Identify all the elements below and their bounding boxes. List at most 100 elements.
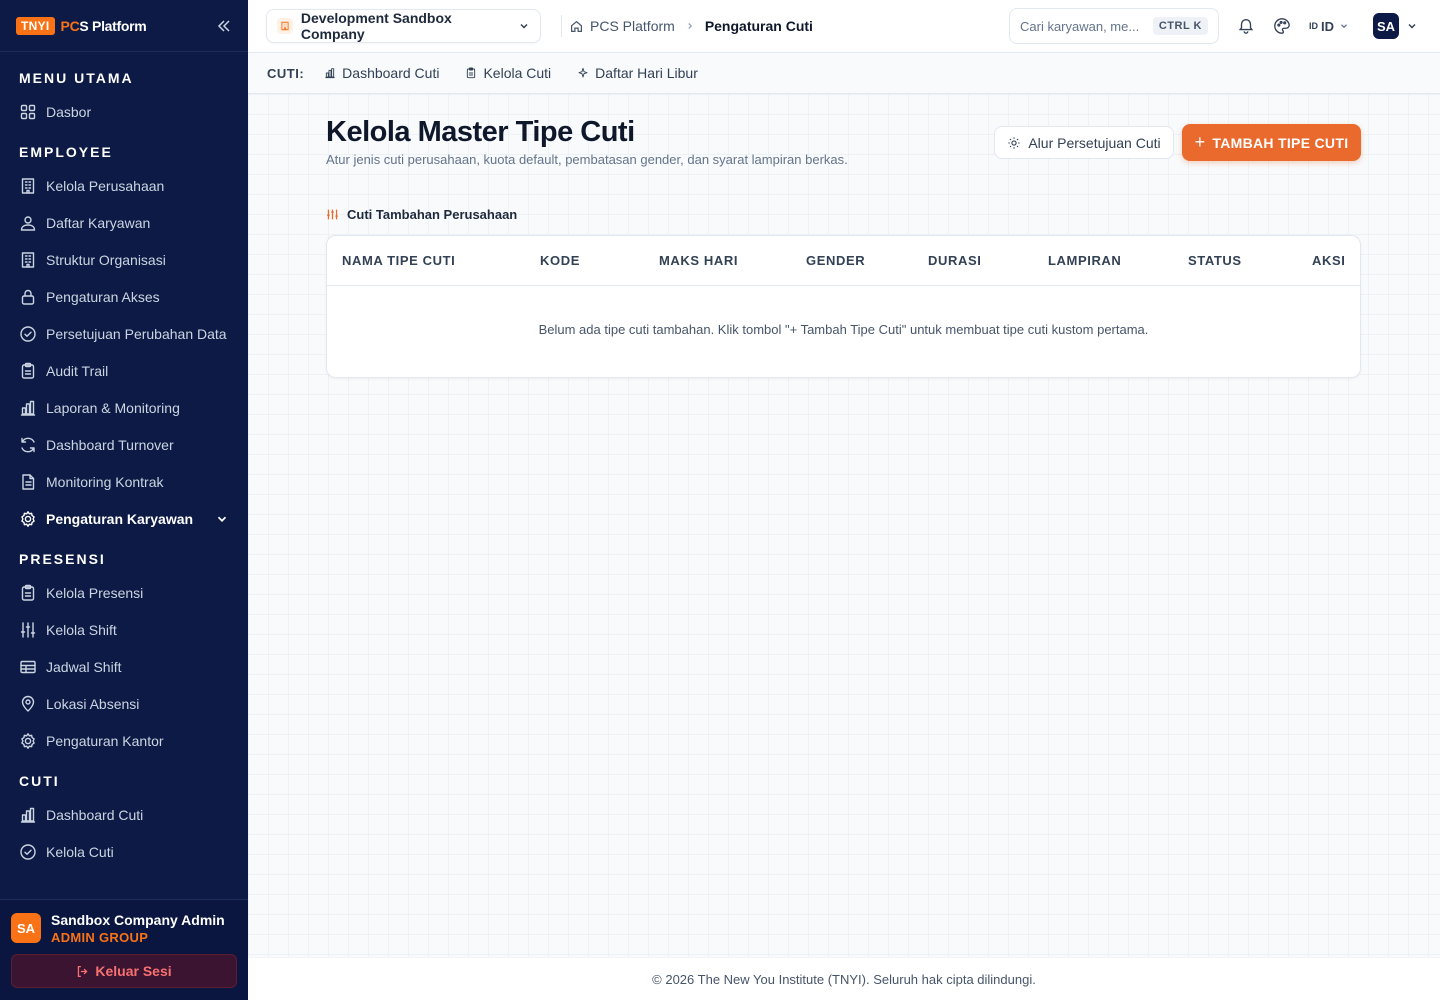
sidebar-item-kelola-presensi[interactable]: Kelola Presensi	[0, 574, 248, 611]
table-column-header[interactable]: KODE	[540, 236, 580, 286]
brand-name: PCS Platform	[61, 18, 147, 34]
leave-type-table: NAMA TIPE CUTI KODE MAKS HARI GENDER DURASI L…	[326, 235, 1361, 378]
subnav-item-label: Daftar Hari Libur	[595, 65, 698, 81]
table-column-header[interactable]: GENDER	[806, 236, 865, 286]
table-column-header[interactable]: STATUS	[1188, 236, 1242, 286]
sidebar-item-pengaturan-karyawan[interactable]: Pengaturan Karyawan	[0, 500, 248, 537]
breadcrumb: PCS Platform Pengaturan Cuti	[570, 18, 813, 34]
clipboard-icon	[19, 362, 37, 380]
sidebar-item-label: Monitoring Kontrak	[46, 473, 164, 490]
bell-icon[interactable]	[1237, 17, 1255, 35]
sidebar-item-dashboard-turnover[interactable]: Dashboard Turnover	[0, 426, 248, 463]
table-column-header[interactable]: MAKS HARI	[659, 236, 738, 286]
sidebar-item-dasbor[interactable]: Dasbor	[0, 93, 248, 130]
palette-icon[interactable]	[1273, 17, 1291, 35]
chevron-down-icon	[1339, 21, 1349, 31]
top-header: Development Sandbox Company PCS Platform…	[248, 0, 1440, 53]
refresh-icon	[19, 436, 37, 454]
company-name: Development Sandbox Company	[300, 10, 452, 42]
sidebar-section-title: MENU UTAMA	[19, 70, 134, 86]
sidebar-item-laporan-monitoring[interactable]: Laporan & Monitoring	[0, 389, 248, 426]
approval-flow-button[interactable]: Alur Persetujuan Cuti	[994, 126, 1174, 159]
sidebar-item-lokasi-absensi[interactable]: Lokasi Absensi	[0, 685, 248, 722]
sidebar-section-title: CUTI	[19, 773, 60, 789]
logout-button[interactable]: Keluar Sesi	[11, 954, 237, 988]
bar-chart-icon	[324, 67, 342, 79]
sidebar-item-pengaturan-kantor[interactable]: Pengaturan Kantor	[0, 722, 248, 759]
user-profile[interactable]: SA Sandbox Company Admin ADMIN GROUP	[11, 910, 237, 946]
bar-chart-icon	[19, 806, 37, 824]
sidebar-item-label: Kelola Presensi	[46, 584, 144, 601]
sidebar-footer: SA Sandbox Company Admin ADMIN GROUP Kel…	[0, 899, 248, 1000]
breadcrumb-home-label: PCS Platform	[590, 18, 675, 34]
subnav-item-dashboard-cuti[interactable]: Dashboard Cuti	[324, 65, 439, 81]
sparkle-icon	[577, 67, 595, 79]
brand-name-suffix: S Platform	[79, 17, 147, 34]
sidebar-item-label: Dasbor	[46, 103, 92, 120]
table-column-header[interactable]: NAMA TIPE CUTI	[342, 236, 455, 286]
sidebar-item-label: Lokasi Absensi	[46, 695, 140, 712]
breadcrumb-current: Pengaturan Cuti	[704, 18, 813, 34]
language-flag: ID	[1309, 21, 1318, 31]
table-icon	[19, 658, 37, 676]
brand-name-prefix: PC	[60, 17, 80, 34]
clipboard-icon	[465, 67, 483, 79]
sliders-icon	[19, 621, 37, 639]
gear-icon	[1007, 136, 1028, 150]
section-label: Cuti Tambahan Perusahaan	[326, 207, 517, 222]
subnav-item-label: Dashboard Cuti	[342, 65, 440, 81]
check-circle-icon	[19, 843, 37, 861]
header-divider	[561, 15, 562, 37]
lock-icon	[19, 288, 37, 306]
subnav-item-kelola-cuti[interactable]: Kelola Cuti	[465, 65, 551, 81]
subnav: CUTI: Dashboard Cuti Kelola Cuti Daftar Ha…	[248, 53, 1440, 94]
sidebar-item-daftar-karyawan[interactable]: Daftar Karyawan	[0, 204, 248, 241]
approval-flow-label: Alur Persetujuan Cuti	[1028, 134, 1161, 151]
sidebar-item-label: Pengaturan Karyawan	[46, 510, 194, 527]
sidebar-item-audit-trail[interactable]: Audit Trail	[0, 352, 248, 389]
sidebar-section-title: PRESENSI	[19, 551, 106, 567]
sidebar-item-label: Kelola Cuti	[46, 843, 114, 860]
sidebar-item-monitoring-kontrak[interactable]: Monitoring Kontrak	[0, 463, 248, 500]
table-column-header[interactable]: LAMPIRAN	[1048, 236, 1121, 286]
section-label-text: Cuti Tambahan Perusahaan	[347, 207, 518, 222]
table-column-header[interactable]: AKSI	[1312, 236, 1345, 286]
sidebar-item-kelola-cuti[interactable]: Kelola Cuti	[0, 833, 248, 870]
search-placeholder: Cari karyawan, me...	[1020, 18, 1140, 34]
sidebar-item-jadwal-shift[interactable]: Jadwal Shift	[0, 648, 248, 685]
user-menu[interactable]: SA	[1373, 13, 1418, 39]
sidebar-section-title: EMPLOYEE	[19, 144, 113, 160]
page-footer: © 2026 The New You Institute (TNYI). Sel…	[248, 957, 1440, 1000]
table-header: NAMA TIPE CUTI KODE MAKS HARI GENDER DURASI L…	[327, 236, 1360, 286]
add-leave-type-button[interactable]: + TAMBAH TIPE CUTI	[1182, 124, 1361, 161]
table-column-header[interactable]: DURASI	[928, 236, 981, 286]
subnav-item-label: Kelola Cuti	[483, 65, 552, 81]
search-shortcut: CTRL K	[1152, 17, 1208, 35]
global-search[interactable]: Cari karyawan, me... CTRL K	[1009, 8, 1219, 44]
sidebar-item-dashboard-cuti[interactable]: Dashboard Cuti	[0, 796, 248, 833]
sidebar-item-kelola-shift[interactable]: Kelola Shift	[0, 611, 248, 648]
gear-icon	[19, 732, 37, 750]
company-selector[interactable]: Development Sandbox Company	[266, 9, 541, 43]
add-leave-type-label: TAMBAH TIPE CUTI	[1212, 134, 1349, 151]
subnav-item-daftar-hari-libur[interactable]: Daftar Hari Libur	[577, 65, 698, 81]
users-icon	[19, 214, 37, 232]
logout-icon	[76, 965, 95, 978]
sidebar-item-label: Audit Trail	[46, 362, 109, 379]
page-subtitle: Atur jenis cuti perusahaan, kuota defaul…	[326, 152, 848, 167]
sidebar-item-pengaturan-akses[interactable]: Pengaturan Akses	[0, 278, 248, 315]
subnav-items: Dashboard Cuti Kelola Cuti Daftar Hari Lib…	[324, 65, 724, 81]
sidebar-item-persetujuan-perubahan-data[interactable]: Persetujuan Perubahan Data	[0, 315, 248, 352]
user-role: ADMIN GROUP	[51, 929, 149, 945]
breadcrumb-home[interactable]: PCS Platform	[570, 18, 675, 34]
plus-icon: +	[1194, 132, 1206, 152]
collapse-sidebar-icon[interactable]	[216, 18, 232, 34]
sidebar-item-label: Laporan & Monitoring	[46, 399, 180, 416]
home-icon	[570, 20, 590, 33]
sidebar-item-struktur-organisasi[interactable]: Struktur Organisasi	[0, 241, 248, 278]
sidebar-item-label: Kelola Shift	[46, 621, 117, 638]
sidebar-item-kelola-perusahaan[interactable]: Kelola Perusahaan	[0, 167, 248, 204]
language-selector[interactable]: ID ID	[1309, 19, 1349, 34]
company-building-icon	[277, 18, 293, 34]
